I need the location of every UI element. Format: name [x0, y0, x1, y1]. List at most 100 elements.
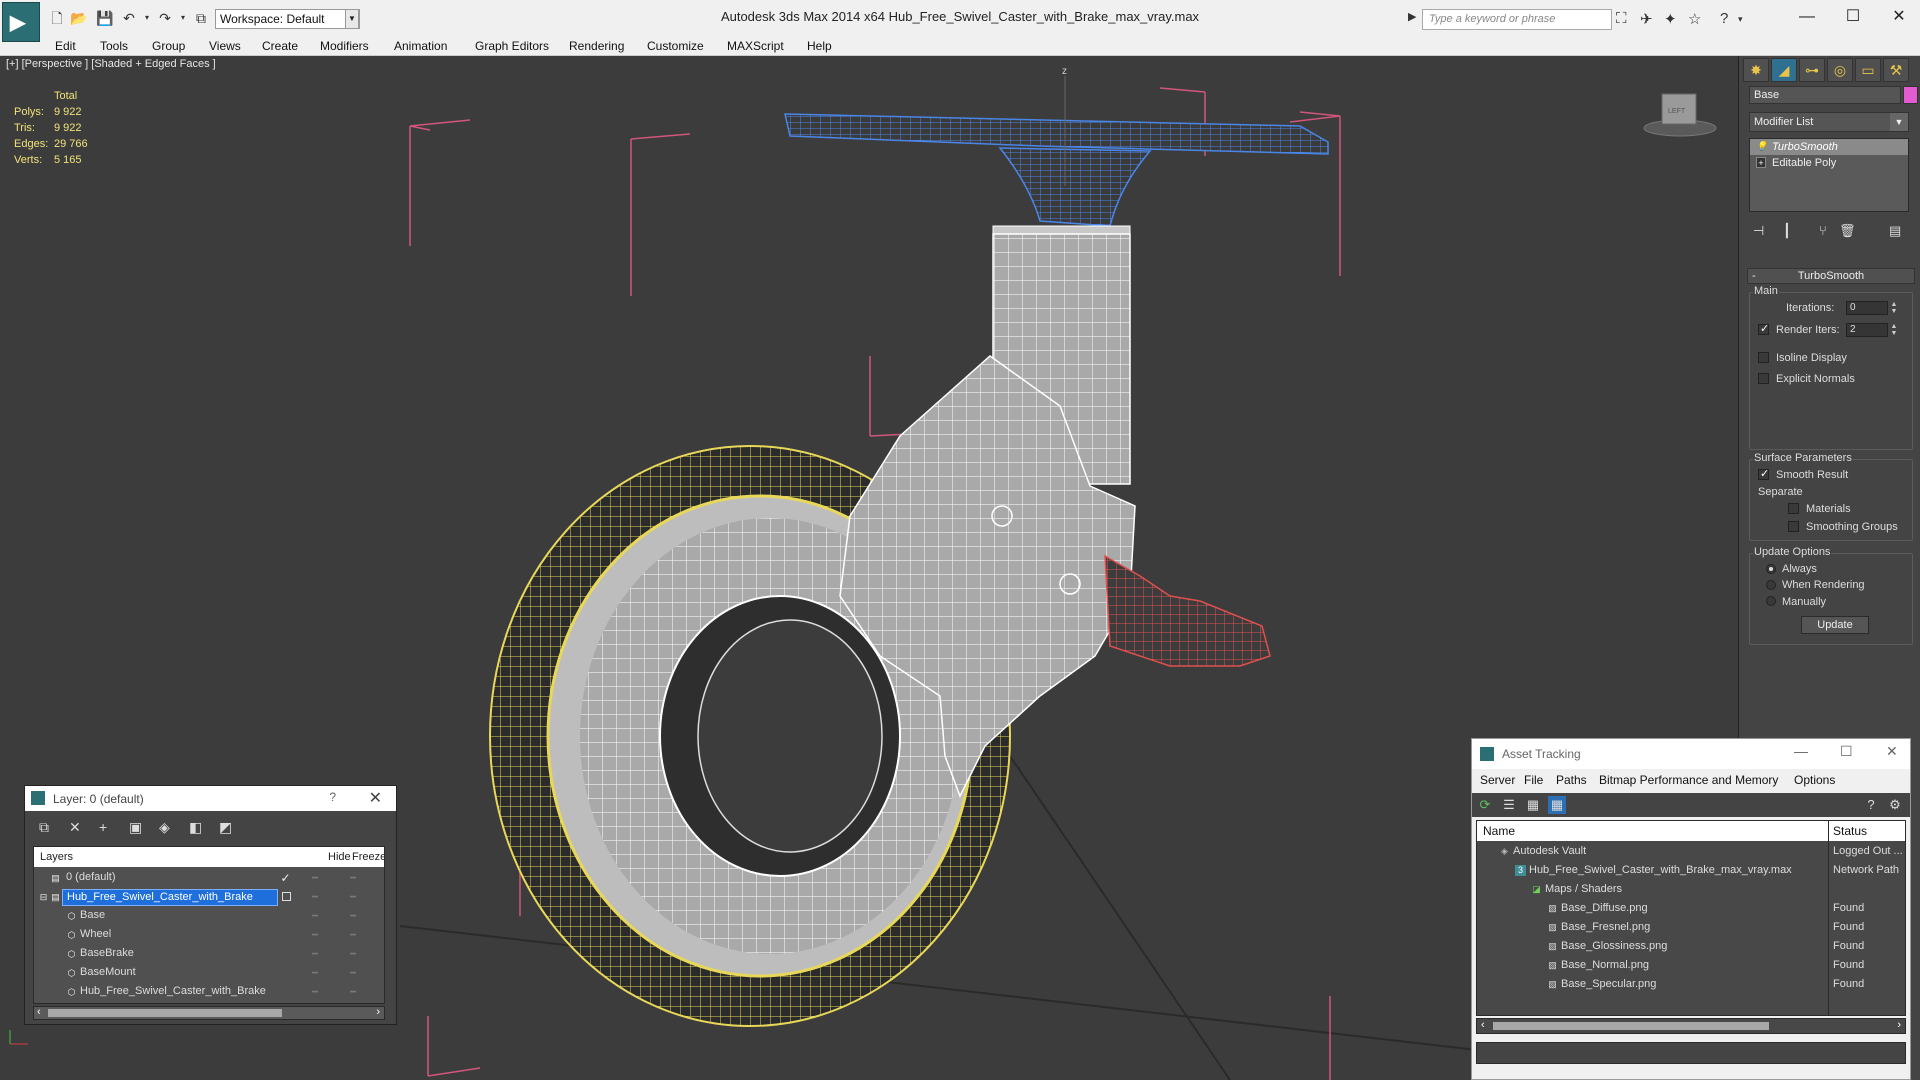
set-current-box-icon[interactable]	[282, 892, 291, 901]
search-expand-icon[interactable]: ▶	[1408, 10, 1416, 23]
binoculars-icon[interactable]: ⛶	[1616, 10, 1627, 27]
freeze-toggle[interactable]: ┅	[350, 869, 356, 888]
scroll-right-icon[interactable]: ›	[376, 1006, 380, 1018]
menu-create[interactable]: Create	[262, 39, 298, 53]
manually-radio[interactable]	[1766, 596, 1776, 606]
freeze-toggle[interactable]: ┅	[350, 888, 356, 907]
select-objects-icon[interactable]: ▣	[129, 819, 142, 836]
maximize-button[interactable]: ☐	[1830, 4, 1876, 30]
menu-views[interactable]: Views	[209, 39, 241, 53]
communication-center-icon[interactable]: ✦	[1664, 10, 1677, 28]
layer-row[interactable]: ⬡ Base ┅ ┅	[34, 907, 384, 926]
scroll-right-icon[interactable]: ›	[1897, 1019, 1901, 1031]
add-to-layer-icon[interactable]: +	[99, 819, 107, 835]
minimize-button[interactable]: —	[1794, 743, 1808, 759]
asset-row[interactable]: ▧ Base_Fresnel.png Found	[1477, 918, 1905, 937]
configure-sets-icon[interactable]: ▤	[1889, 223, 1901, 239]
maximize-button[interactable]: ☐	[1840, 743, 1853, 760]
asset-row[interactable]: 3 Hub_Free_Swivel_Caster_with_Brake_max_…	[1477, 861, 1905, 880]
close-button[interactable]: ✕	[1886, 743, 1898, 760]
freeze-toggle[interactable]: ┅	[350, 926, 356, 945]
layer-row[interactable]: ⬡ Hub_Free_Swivel_Caster_with_Brake ┅ ┅	[34, 983, 384, 1002]
menu-maxscript[interactable]: MAXScript	[727, 39, 784, 53]
help-dropdown-icon[interactable]: ▾	[1738, 14, 1743, 25]
col-name[interactable]: Name	[1483, 824, 1515, 838]
hide-toggle[interactable]: ┅	[312, 869, 318, 888]
display-tab-icon[interactable]: ▭	[1855, 58, 1881, 82]
show-end-result-icon[interactable]: ┃	[1783, 223, 1791, 239]
materials-checkbox[interactable]	[1788, 503, 1799, 514]
favorites-star-icon[interactable]: ☆	[1688, 10, 1701, 28]
freeze-toggle[interactable]: ┅	[350, 983, 356, 1002]
lightbulb-icon[interactable]: 💡	[1756, 141, 1767, 152]
when-rendering-radio[interactable]	[1766, 580, 1776, 590]
menu-customize[interactable]: Customize	[647, 39, 704, 53]
new-layer-icon[interactable]: ⧉	[39, 819, 49, 836]
hide-toggle[interactable]: ┅	[312, 964, 318, 983]
current-layer-check-icon[interactable]: ✓	[280, 872, 291, 884]
help-icon[interactable]: ?	[1720, 10, 1728, 27]
asset-row[interactable]: ▧ Base_Normal.png Found	[1477, 956, 1905, 975]
close-button[interactable]: ✕	[1876, 4, 1920, 30]
turbosmooth-rollout-header[interactable]: - TurboSmooth	[1747, 268, 1915, 284]
stack-item-turbosmooth[interactable]: 💡 TurboSmooth	[1750, 139, 1908, 155]
scrollbar-thumb[interactable]	[48, 1009, 282, 1017]
menu-server[interactable]: Server	[1480, 773, 1515, 787]
asset-row[interactable]: ▧ Base_Specular.png Found	[1477, 975, 1905, 994]
menu-paths[interactable]: Paths	[1556, 773, 1587, 787]
stack-item-editable-poly[interactable]: + Editable Poly	[1750, 155, 1908, 171]
layer-row[interactable]: ⊟ ▤ Hub_Free_Swivel_Caster_with_Brake ┅ …	[34, 888, 384, 907]
close-icon[interactable]: ✕	[369, 788, 382, 808]
search-input[interactable]: Type a keyword or phrase	[1422, 9, 1612, 30]
create-tab-sun-icon[interactable]: ✸	[1743, 58, 1769, 82]
col-status[interactable]: Status	[1833, 824, 1867, 838]
scroll-left-icon[interactable]: ‹	[37, 1006, 41, 1018]
object-name-field[interactable]: Base	[1749, 86, 1901, 104]
render-iters-spinner[interactable]: 2	[1846, 323, 1888, 337]
hide-toggle[interactable]: ┅	[312, 983, 318, 1002]
delete-layer-icon[interactable]: ✕	[69, 819, 81, 836]
always-radio[interactable]	[1766, 564, 1776, 574]
hierarchy-tab-icon[interactable]: ⊶	[1799, 58, 1825, 82]
motion-tab-icon[interactable]: ◎	[1827, 58, 1853, 82]
asset-row[interactable]: ◈ Autodesk Vault Logged Out ...	[1477, 842, 1905, 861]
col-freeze[interactable]: Freeze	[352, 851, 384, 863]
menu-modifiers[interactable]: Modifiers	[320, 39, 369, 53]
col-layers[interactable]: Layers	[40, 851, 73, 863]
modifier-list-dropdown[interactable]: Modifier List ▼	[1749, 112, 1909, 132]
freeze-toggle[interactable]: ┅	[350, 907, 356, 926]
layer-row[interactable]: ▤ 0 (default) ✓ ┅ ┅	[34, 869, 384, 888]
pin-stack-icon[interactable]: ⊣	[1753, 223, 1764, 239]
smooth-result-checkbox[interactable]	[1758, 467, 1769, 480]
collapse-icon[interactable]: ⊟	[38, 892, 49, 903]
help-icon[interactable]: ?	[329, 790, 336, 804]
remove-modifier-icon[interactable]: 🗑	[1839, 223, 1856, 239]
asset-row[interactable]: ▧ Base_Diffuse.png Found	[1477, 899, 1905, 918]
spinner-arrows-icon[interactable]: ▲ ▼	[1889, 323, 1899, 337]
asset-row[interactable]: ◪ Maps / Shaders	[1477, 880, 1905, 899]
iterations-spinner[interactable]: 0	[1846, 301, 1888, 315]
menu-edit[interactable]: Edit	[55, 39, 76, 53]
col-hide[interactable]: Hide	[328, 851, 351, 863]
scrollbar-thumb[interactable]	[1493, 1022, 1769, 1030]
menu-graph-editors[interactable]: Graph Editors	[475, 39, 549, 53]
layer-row[interactable]: ⬡ BaseBrake ┅ ┅	[34, 945, 384, 964]
asset-tracking-titlebar[interactable]: Asset Tracking — ☐ ✕	[1472, 739, 1910, 769]
isoline-display-checkbox[interactable]	[1758, 352, 1769, 363]
layer-row[interactable]: ⬡ Wheel ┅ ┅	[34, 926, 384, 945]
menu-animation[interactable]: Animation	[394, 39, 447, 53]
app-menu-button[interactable]: ▶	[2, 2, 40, 42]
hide-toggle[interactable]: ┅	[312, 907, 318, 926]
minimize-button[interactable]: —	[1784, 4, 1830, 30]
help-icon[interactable]: ?	[1862, 796, 1880, 814]
spinner-arrows-icon[interactable]: ▲ ▼	[1889, 301, 1899, 315]
asset-row[interactable]: ▧ Base_Glossiness.png Found	[1477, 937, 1905, 956]
refresh-icon[interactable]: ⟳	[1476, 796, 1494, 814]
menu-rendering[interactable]: Rendering	[569, 39, 624, 53]
modify-tab-icon[interactable]: ◢	[1771, 58, 1797, 82]
layer-row[interactable]: ⬡ BaseMount ┅ ┅	[34, 964, 384, 983]
scroll-left-icon[interactable]: ‹	[1481, 1019, 1485, 1031]
menu-options[interactable]: Options	[1794, 773, 1835, 787]
menu-file[interactable]: File	[1524, 773, 1543, 787]
hide-toggle[interactable]: ┅	[312, 926, 318, 945]
